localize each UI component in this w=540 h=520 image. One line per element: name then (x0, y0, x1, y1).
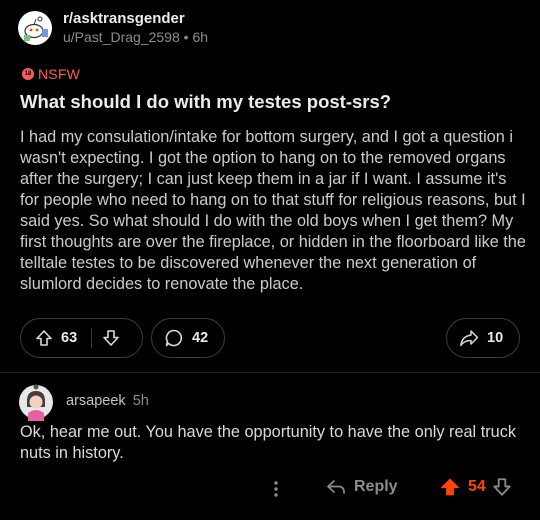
post-author[interactable]: u/Past_Drag_2598 (63, 29, 180, 45)
comment-icon (165, 329, 183, 347)
snoo-icon (24, 16, 48, 41)
comment-vote-control: 54 (440, 477, 512, 497)
byline: u/Past_Drag_2598 • 6h (63, 28, 208, 47)
share-icon (460, 330, 479, 347)
comment-author[interactable]: arsapeek (66, 393, 126, 409)
share-button[interactable]: 10 (446, 318, 520, 358)
nsfw-label: NSFW (38, 66, 81, 82)
downvote-icon[interactable] (492, 477, 512, 497)
nsfw-icon: 18 (22, 68, 34, 80)
avatar-icon (19, 384, 53, 421)
subreddit-name[interactable]: r/asktransgender (63, 9, 208, 28)
comments-button[interactable]: 42 (151, 318, 225, 358)
comment-actions: Reply 54 (0, 476, 540, 502)
post-meta: r/asktransgender u/Past_Drag_2598 • 6h (63, 9, 208, 47)
section-divider (0, 372, 540, 373)
downvote-icon[interactable] (102, 329, 120, 347)
comment-header: arsapeek 5h (66, 393, 149, 409)
post-header: r/asktransgender u/Past_Drag_2598 • 6h (18, 9, 208, 47)
upvote-icon[interactable] (35, 329, 53, 347)
reply-button[interactable]: Reply (326, 478, 398, 496)
user-avatar[interactable] (19, 383, 53, 421)
reply-icon (327, 480, 345, 494)
comment-vote-count: 54 (468, 478, 486, 495)
post-title[interactable]: What should I do with my testes post-srs… (20, 91, 520, 113)
post-actions: 63 42 10 (20, 318, 520, 358)
vote-control: 63 (20, 318, 143, 358)
vote-separator (91, 328, 93, 348)
subreddit-avatar[interactable] (18, 11, 52, 45)
reply-label: Reply (354, 478, 398, 495)
comment-age: 5h (132, 393, 149, 409)
byline-separator: • (183, 29, 189, 45)
post-age: 6h (192, 29, 209, 45)
comment-count: 42 (192, 330, 209, 346)
share-count: 10 (487, 330, 504, 346)
post-vote-count: 63 (61, 330, 78, 346)
comment-body: Ok, hear me out. You have the opportunit… (20, 423, 516, 462)
nsfw-tag: 18 NSFW (22, 66, 80, 82)
upvote-active-icon[interactable] (440, 477, 460, 497)
more-options-icon[interactable] (271, 479, 281, 499)
post-body: I had my consulation/intake for bottom s… (20, 128, 526, 293)
